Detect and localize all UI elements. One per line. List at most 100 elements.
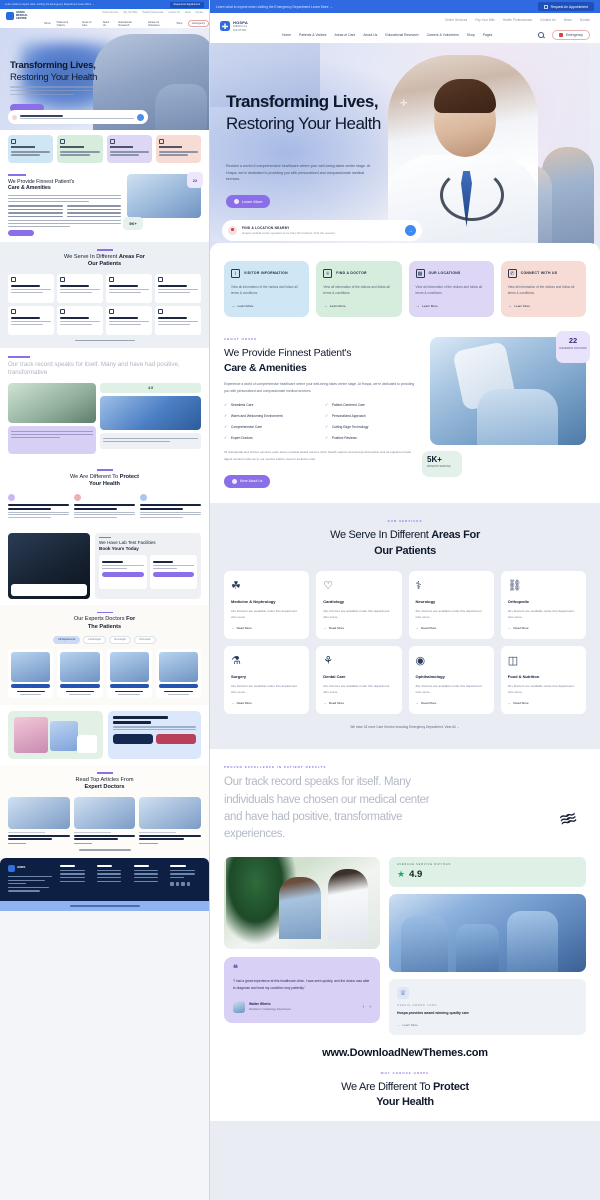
- nav-pages[interactable]: Pages: [483, 33, 493, 37]
- thumb-feature-card[interactable]: [155, 135, 201, 163]
- service-read-more[interactable]: → Read More: [231, 701, 302, 705]
- service-read-more[interactable]: → Read More: [508, 626, 579, 630]
- nav-areas-of-care[interactable]: Areas of Care: [335, 33, 356, 37]
- topnav-contact-us[interactable]: Contact Us: [540, 18, 556, 22]
- thumb-blog-card[interactable]: [73, 796, 136, 845]
- service-card-neurology[interactable]: ⚕ Neurology 20+ Doctors are available un…: [408, 571, 494, 640]
- thumb-appointment-button[interactable]: Request An Appointment: [169, 1, 204, 8]
- thumb-diff-card[interactable]: [8, 493, 69, 520]
- feature-card-link[interactable]: → Learn More: [231, 303, 302, 308]
- thumb-service-card[interactable]: [106, 305, 152, 335]
- service-card-surgery[interactable]: ⚗ Surgery 20+ Doctors are available unde…: [224, 646, 310, 715]
- request-appointment-button[interactable]: Request An Appointment: [538, 2, 594, 11]
- service-read-more[interactable]: → Read More: [323, 701, 394, 705]
- thumb-service-card[interactable]: [155, 305, 201, 335]
- thumb-nav-item[interactable]: Patients & Visitors: [57, 21, 76, 27]
- topnav-health-professionals[interactable]: Health Professionals: [503, 18, 532, 22]
- thumb-nav-item[interactable]: Home: [44, 22, 51, 25]
- thumb-doctor-tab[interactable]: Orthopedic: [134, 636, 156, 644]
- thumb-diff-card[interactable]: [140, 493, 201, 520]
- nav-educational-research[interactable]: Educational Research: [385, 33, 418, 37]
- thumb-nav-item[interactable]: Areas of Care: [82, 21, 97, 27]
- testimonial-next-button[interactable]: ›: [369, 1004, 371, 1010]
- services-view-all[interactable]: We have 18 more Care Service including E…: [224, 725, 586, 729]
- thumb-nav-item[interactable]: Educational Research: [119, 21, 142, 27]
- topnav-donate[interactable]: Donate: [580, 18, 590, 22]
- search-icon[interactable]: [538, 32, 545, 38]
- thumb-service-card[interactable]: [8, 273, 54, 303]
- thumb-nav-item[interactable]: Shop: [177, 22, 183, 25]
- thumb-service-card[interactable]: [8, 305, 54, 335]
- thumb-service-card[interactable]: [106, 273, 152, 303]
- service-read-more[interactable]: → Read More: [416, 626, 487, 630]
- thumb-feature-card[interactable]: [8, 135, 54, 163]
- thumb-service-card[interactable]: [155, 273, 201, 303]
- feature-card-link[interactable]: → Learn More: [323, 303, 394, 308]
- service-card-ophthalmology[interactable]: ◉ Ophthalmology 20+ Doctors are availabl…: [408, 646, 494, 715]
- service-read-more[interactable]: → Read More: [231, 626, 302, 630]
- thumb-doctor-card[interactable]: [155, 648, 201, 699]
- nav-careers-volunteers[interactable]: Careers & Volunteers: [427, 33, 459, 37]
- top-utility-nav[interactable]: Online Services Pay Your Bills Health Pr…: [445, 18, 590, 22]
- thumb-about-cta[interactable]: [8, 230, 34, 237]
- thumb-diff-card[interactable]: [74, 493, 135, 520]
- thumb-topnav-item[interactable]: Health Professionals: [142, 12, 163, 14]
- primary-nav[interactable]: Home Patients & Visitors Areas of Care A…: [282, 30, 590, 40]
- feature-card-find-a-doctor[interactable]: ♕ FIND A DOCTOR View all information of …: [316, 261, 402, 318]
- thumb-feature-card[interactable]: [106, 135, 152, 163]
- emergency-button[interactable]: Emergency: [552, 30, 590, 40]
- thumb-topnav[interactable]: Online Services Pay Your Bills Health Pr…: [102, 12, 203, 14]
- thumb-location-finder[interactable]: [8, 110, 148, 124]
- service-read-more[interactable]: → Read More: [508, 701, 579, 705]
- service-card-cardiology[interactable]: ♡ Cardiology 20+ Doctors are available u…: [316, 571, 402, 640]
- thumb-blog-card[interactable]: [139, 796, 201, 845]
- arrow-icon[interactable]: [137, 113, 144, 121]
- feature-card-link[interactable]: → Learn More: [508, 303, 579, 308]
- thumb-nav-item[interactable]: Careers & Volunteers: [148, 21, 171, 27]
- nav-patients-visitors[interactable]: Patients & Visitors: [299, 33, 326, 37]
- thumb-mainnav[interactable]: Home Patients & Visitors Areas of Care A…: [44, 20, 209, 27]
- thumb-social-icons[interactable]: [170, 882, 201, 886]
- thumb-blog-viewall[interactable]: [78, 849, 131, 851]
- thumb-doctor-tab[interactable]: All Departments: [53, 636, 81, 644]
- more-about-us-button[interactable]: More About Us: [224, 474, 271, 488]
- thumb-topnav-item[interactable]: Online Services: [102, 12, 118, 14]
- service-read-more[interactable]: → Read More: [416, 701, 487, 705]
- service-card-orthopedic[interactable]: ⛓ Orthopedic 20+ Doctors are available u…: [500, 571, 586, 640]
- thumb-topnav-item[interactable]: Pay Your Bills: [123, 12, 137, 14]
- topnav-online-services[interactable]: Online Services: [445, 18, 467, 22]
- fullpage-thumbnail-panel[interactable]: Learn what to expect when visiting the E…: [0, 0, 210, 1200]
- thumb-topnav-item[interactable]: News: [185, 12, 191, 14]
- feature-card-link[interactable]: → Learn More: [416, 303, 487, 308]
- thumb-topnav-item[interactable]: Contact Us: [168, 12, 179, 14]
- thumb-blog-card[interactable]: [8, 796, 70, 845]
- thumb-doctor-tab[interactable]: Cardiologist: [83, 636, 106, 644]
- feature-card-connect-with-us[interactable]: ✆ CONNECT WITH US View all information o…: [500, 261, 586, 318]
- thumb-service-card[interactable]: [57, 273, 103, 303]
- thumb-doctor-tab[interactable]: Neurologist: [108, 636, 132, 644]
- locator-arrow-button[interactable]: →: [405, 225, 416, 236]
- thumb-emergency-button[interactable]: Emergency: [188, 20, 209, 27]
- topnav-news[interactable]: News: [564, 18, 572, 22]
- thumb-doctor-card[interactable]: [106, 648, 152, 699]
- feature-card-our-locations[interactable]: ▦ OUR LOCATIONS View all information of …: [408, 261, 494, 318]
- thumb-app-promo[interactable]: [108, 711, 201, 760]
- nav-about-us[interactable]: About Us: [363, 33, 377, 37]
- service-card-dental-care[interactable]: ⚘ Dental Care 20+ Doctors are available …: [316, 646, 402, 715]
- logo[interactable]: HOSPA MEDICAL CENTRE: [220, 20, 248, 33]
- nav-shop[interactable]: Shop: [467, 33, 475, 37]
- thumb-feature-card[interactable]: [57, 135, 103, 163]
- thumb-doctor-card[interactable]: [57, 648, 103, 699]
- thumb-doctor-card[interactable]: [8, 648, 54, 699]
- thumb-lab-card[interactable]: [149, 555, 197, 590]
- thumb-lab-card[interactable]: [99, 555, 147, 590]
- award-learn-more[interactable]: → Learn More: [397, 1023, 578, 1027]
- service-card-food-nutrition[interactable]: ◫ Food & Nutrition 20+ Doctors are avail…: [500, 646, 586, 715]
- topnav-pay-bills[interactable]: Pay Your Bills: [475, 18, 495, 22]
- feature-card-visitor-information[interactable]: i VISITOR INFORMATION View all informati…: [224, 261, 310, 318]
- thumb-service-card[interactable]: [57, 305, 103, 335]
- thumb-topnav-item[interactable]: Donate: [196, 12, 203, 14]
- hero-learn-more-button[interactable]: Learn More: [226, 195, 271, 208]
- thumb-services-viewall[interactable]: [74, 339, 135, 342]
- testimonial-prev-button[interactable]: ‹: [363, 1004, 365, 1010]
